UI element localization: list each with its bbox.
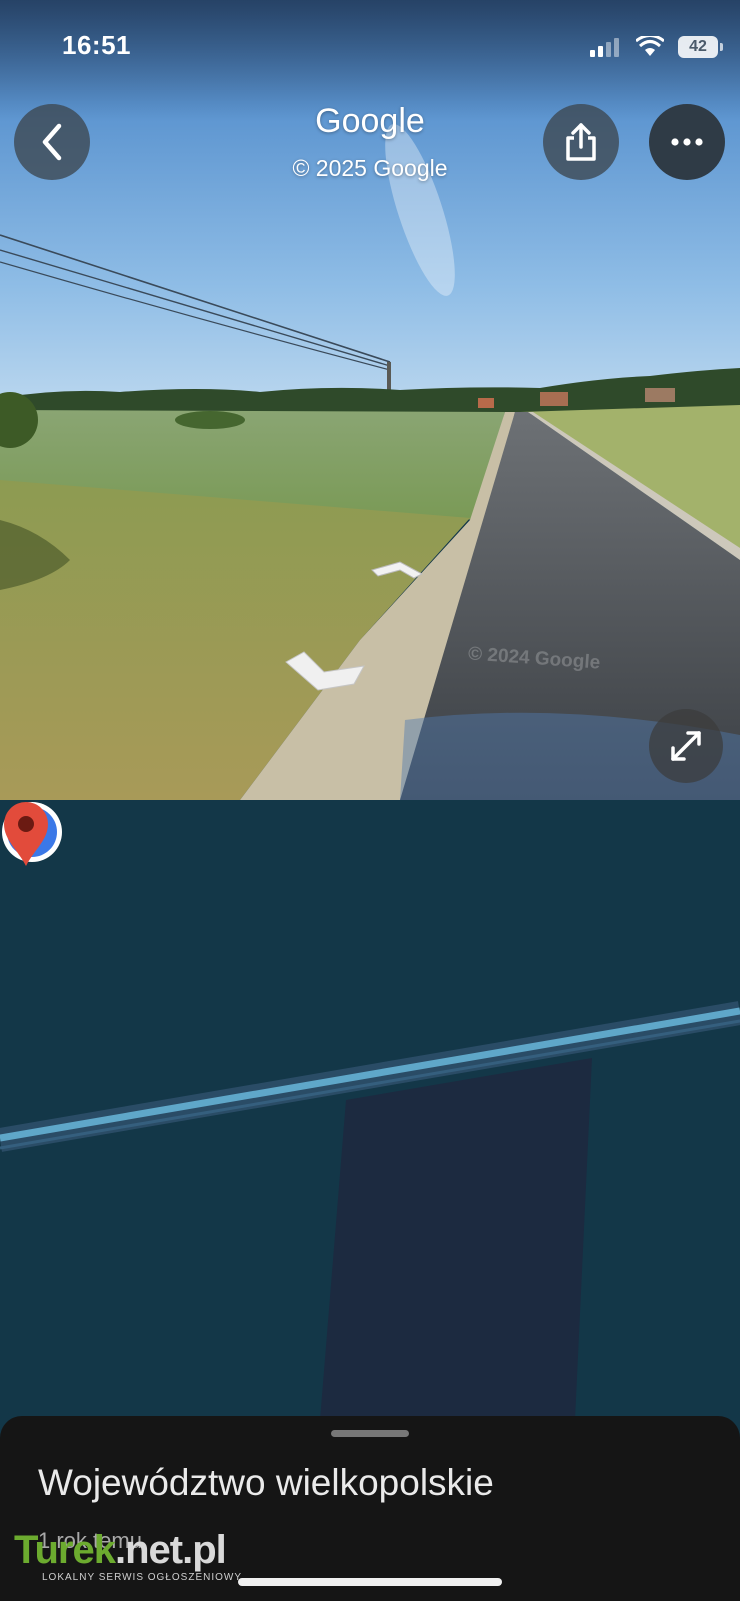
- wifi-icon: [636, 36, 664, 56]
- logo-brand-rest: .net.pl: [114, 1528, 227, 1572]
- location-pin-icon[interactable]: [0, 800, 52, 868]
- panorama-copyright: © 2025 Google: [292, 155, 448, 181]
- home-indicator[interactable]: [238, 1578, 502, 1586]
- coverage-area: [320, 1058, 592, 1420]
- status-icons: 42: [590, 33, 723, 61]
- battery-icon: 42: [678, 36, 723, 58]
- signal-icon: [590, 38, 619, 57]
- nav-arrow-backward[interactable]: [284, 648, 374, 692]
- more-options-button[interactable]: [649, 104, 725, 180]
- share-button[interactable]: [543, 104, 619, 180]
- site-watermark-logo: Turek.net.pl LOKALNY SERWIS OGŁOSZENIOWY: [14, 1530, 242, 1583]
- share-icon: [566, 123, 596, 161]
- nav-arrow-forward[interactable]: [370, 560, 430, 584]
- logo-tagline: LOKALNY SERWIS OGŁOSZENIOWY: [42, 1572, 243, 1583]
- street-view-panorama[interactable]: © 2024 Google 16:51 42 Google © 2025 Goo…: [0, 0, 740, 800]
- back-icon: [42, 123, 62, 161]
- expand-button[interactable]: [649, 709, 723, 783]
- more-icon: [671, 138, 703, 146]
- status-time: 16:51: [62, 30, 131, 60]
- status-bar: 16:51 42: [0, 0, 740, 95]
- back-button[interactable]: [14, 104, 90, 180]
- place-name: Województwo wielkopolskie: [38, 1462, 494, 1503]
- expand-icon: [671, 731, 701, 761]
- logo-brand-green: Turek: [14, 1528, 116, 1572]
- sheet-drag-handle[interactable]: [331, 1430, 409, 1437]
- logo-wordmark: Turek.net.pl: [14, 1530, 242, 1570]
- panorama-title: Google: [315, 102, 425, 140]
